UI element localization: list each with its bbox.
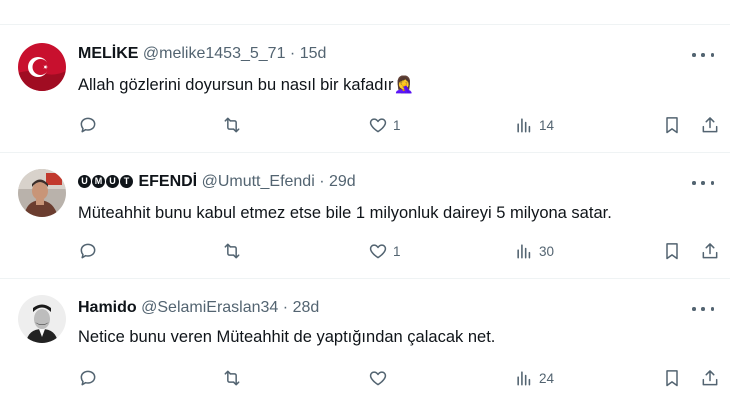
heart-icon bbox=[369, 371, 387, 386]
reply-button[interactable] bbox=[78, 239, 103, 263]
tweet[interactable]: Hamido @SelamiEraslan34 · 28d Netice bun… bbox=[0, 279, 730, 420]
retweet-button[interactable] bbox=[222, 239, 247, 263]
name-badges: UMUT bbox=[78, 173, 134, 190]
retweet-button[interactable] bbox=[222, 113, 247, 137]
separator-dot: · bbox=[289, 45, 296, 62]
views-button[interactable]: 24 bbox=[514, 366, 554, 390]
bookmark-button[interactable] bbox=[662, 113, 682, 137]
tweet-header: UMUT EFENDİ @Umutt_Efendi · 29d bbox=[78, 172, 356, 192]
analytics-icon bbox=[517, 244, 531, 259]
like-button[interactable]: 1 bbox=[368, 113, 401, 137]
share-icon bbox=[702, 117, 718, 133]
timestamp[interactable]: 29d bbox=[329, 173, 356, 190]
bookmark-button[interactable] bbox=[662, 239, 682, 263]
avatar[interactable] bbox=[18, 43, 66, 91]
more-options-icon[interactable] bbox=[692, 299, 714, 319]
name-badge-letter: U bbox=[106, 175, 119, 188]
views-button[interactable]: 30 bbox=[514, 239, 554, 263]
timestamp[interactable]: 15d bbox=[300, 45, 327, 62]
avatar[interactable] bbox=[18, 169, 66, 217]
retweet-button[interactable] bbox=[222, 366, 247, 390]
tweet-text: Müteahhit bunu kabul etmez etse bile 1 m… bbox=[78, 204, 612, 222]
separator-dot: · bbox=[282, 299, 289, 316]
like-count: 1 bbox=[393, 243, 401, 259]
like-button[interactable] bbox=[368, 366, 393, 390]
action-bar: 24 bbox=[78, 366, 718, 390]
share-button[interactable] bbox=[700, 239, 720, 263]
reply-button[interactable] bbox=[78, 366, 103, 390]
like-button[interactable]: 1 bbox=[368, 239, 401, 263]
user-handle[interactable]: @SelamiEraslan34 bbox=[141, 299, 278, 316]
tweet-header: MELİKE @melike1453_5_71 · 15d bbox=[78, 44, 326, 64]
tweet[interactable]: UMUT EFENDİ @Umutt_Efendi · 29d Müteahhi… bbox=[0, 153, 730, 279]
action-bar: 1 14 bbox=[78, 113, 718, 137]
like-count: 1 bbox=[393, 117, 401, 133]
tweet-text: Allah gözlerini doyursun bu nasıl bir ka… bbox=[78, 74, 414, 96]
reply-icon bbox=[80, 370, 96, 386]
timestamp[interactable]: 28d bbox=[293, 299, 320, 316]
avatar[interactable] bbox=[18, 295, 66, 343]
more-options-icon[interactable] bbox=[692, 45, 714, 65]
separator-dot: · bbox=[319, 173, 325, 190]
tweet-text: Netice bunu veren Müteahhit de yaptığınd… bbox=[78, 328, 496, 346]
retweet-icon bbox=[224, 370, 240, 386]
bookmark-icon bbox=[666, 370, 678, 387]
share-icon bbox=[702, 243, 718, 259]
reply-icon bbox=[80, 117, 96, 133]
display-name[interactable]: EFENDİ bbox=[138, 173, 197, 190]
display-name[interactable]: Hamido bbox=[78, 299, 137, 316]
reply-button[interactable] bbox=[78, 113, 103, 137]
heart-icon bbox=[369, 244, 387, 259]
bookmark-button[interactable] bbox=[662, 366, 682, 390]
user-handle[interactable]: @melike1453_5_71 bbox=[143, 45, 286, 62]
more-options-icon[interactable] bbox=[692, 173, 714, 193]
tweet-header: Hamido @SelamiEraslan34 · 28d bbox=[78, 298, 319, 318]
tweet-text-content: Allah gözlerini doyursun bu nasıl bir ka… bbox=[78, 76, 394, 94]
bookmark-icon bbox=[666, 243, 678, 260]
heart-icon bbox=[369, 118, 387, 133]
tweet[interactable]: MELİKE @melike1453_5_71 · 15d Allah gözl… bbox=[0, 25, 730, 153]
action-bar: 1 30 bbox=[78, 239, 718, 263]
view-count: 30 bbox=[539, 243, 555, 259]
reply-icon bbox=[80, 243, 96, 259]
analytics-icon bbox=[517, 118, 531, 133]
retweet-icon bbox=[224, 117, 240, 133]
view-count: 24 bbox=[539, 370, 555, 386]
views-button[interactable]: 14 bbox=[514, 113, 554, 137]
bookmark-icon bbox=[666, 117, 678, 134]
user-handle[interactable]: @Umutt_Efendi bbox=[202, 173, 315, 190]
name-badge-letter: U bbox=[78, 175, 91, 188]
analytics-icon bbox=[517, 371, 531, 386]
display-name[interactable]: MELİKE bbox=[78, 45, 138, 62]
name-badge-letter: T bbox=[120, 175, 133, 188]
view-count: 14 bbox=[539, 117, 555, 133]
name-badge-letter: M bbox=[92, 175, 105, 188]
share-icon bbox=[702, 370, 718, 386]
facepalm-emoji: 🤦‍♀️ bbox=[393, 76, 415, 94]
retweet-icon bbox=[224, 243, 240, 259]
share-button[interactable] bbox=[700, 366, 720, 390]
share-button[interactable] bbox=[700, 113, 720, 137]
